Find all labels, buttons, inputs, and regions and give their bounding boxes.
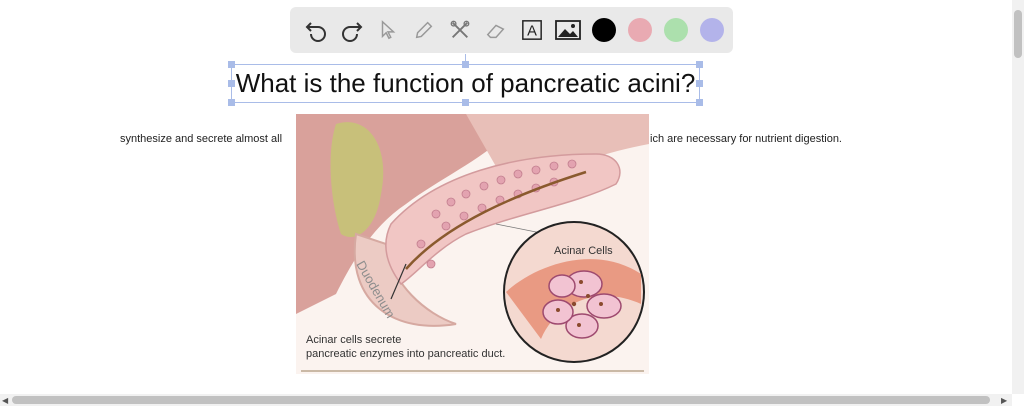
redo-button[interactable]	[334, 12, 370, 48]
eraser-tool-button[interactable]	[478, 12, 514, 48]
undo-button[interactable]	[298, 12, 334, 48]
color-swatch-pink[interactable]	[628, 18, 652, 42]
vertical-scrollbar[interactable]	[1012, 0, 1024, 394]
image-icon	[555, 20, 581, 40]
pencil-icon	[415, 21, 433, 39]
resize-handle[interactable]	[462, 99, 469, 106]
horizontal-scroll-thumb[interactable]	[12, 396, 990, 404]
resize-handle[interactable]	[228, 61, 235, 68]
text-tool-button[interactable]: A	[514, 12, 550, 48]
caption-line-2: pancreatic enzymes into pancreatic duct.	[306, 348, 505, 360]
pointer-tool-button[interactable]	[370, 12, 406, 48]
pointer-icon	[381, 20, 396, 40]
drawing-toolbar: A	[290, 7, 733, 53]
pencil-tool-button[interactable]	[406, 12, 442, 48]
vertical-scroll-thumb[interactable]	[1014, 10, 1022, 58]
image-tool-button[interactable]	[550, 12, 586, 48]
text-tool-glyph: A	[527, 24, 537, 40]
eraser-icon	[486, 24, 505, 39]
undo-icon	[305, 22, 326, 42]
color-swatch-purple[interactable]	[700, 18, 724, 42]
resize-handle[interactable]	[696, 80, 703, 87]
pancreas-illustration[interactable]: Duodenum Acinar Cells Acinar cells secre…	[296, 114, 649, 374]
answer-text-right: ich are necessary for nutrient digestion…	[650, 133, 842, 145]
scroll-right-arrow-icon[interactable]: ▶	[1001, 396, 1007, 405]
caption-line-1: Acinar cells secrete	[306, 334, 401, 346]
color-swatch-green[interactable]	[664, 18, 688, 42]
horizontal-scrollbar[interactable]	[0, 394, 1012, 406]
tools-button[interactable]	[442, 12, 478, 48]
title-textbox[interactable]: What is the function of pancreatic acini…	[228, 61, 703, 106]
text-icon: A	[522, 20, 542, 40]
scroll-left-arrow-icon[interactable]: ◀	[2, 396, 8, 405]
resize-handle[interactable]	[228, 80, 235, 87]
resize-handle[interactable]	[462, 61, 469, 68]
resize-handle[interactable]	[696, 61, 703, 68]
answer-text-left: synthesize and secrete almost all	[120, 133, 283, 145]
color-swatch-black[interactable]	[592, 18, 616, 42]
tools-icon	[450, 20, 470, 38]
acinar-cells-label: Acinar Cells	[554, 245, 613, 257]
resize-handle[interactable]	[696, 99, 703, 106]
question-title: What is the function of pancreatic acini…	[235, 68, 696, 98]
resize-handle[interactable]	[228, 99, 235, 106]
redo-icon	[342, 22, 363, 42]
